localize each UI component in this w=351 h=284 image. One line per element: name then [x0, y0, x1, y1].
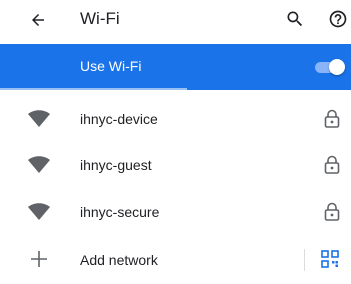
wifi-signal-icon — [28, 156, 50, 173]
toggle-thumb — [329, 59, 345, 75]
back-arrow-icon — [32, 14, 44, 26]
use-wifi-label: Use Wi-Fi — [80, 58, 142, 74]
page-title: Wi-Fi — [80, 9, 120, 28]
help-icon — [329, 10, 347, 28]
add-network-row[interactable]: Add network — [0, 238, 351, 284]
network-ssid: ihnyc-secure — [80, 204, 160, 220]
app-bar: Wi-Fi — [0, 0, 351, 40]
network-row[interactable]: ihnyc-device — [0, 97, 351, 143]
wifi-signal-icon — [28, 203, 50, 220]
search-icon — [287, 11, 303, 27]
lock-icon — [324, 202, 340, 221]
network-row[interactable]: ihnyc-guest — [0, 143, 351, 189]
lock-icon — [324, 109, 340, 128]
use-wifi-toggle[interactable] — [315, 59, 345, 75]
add-network-label: Add network — [80, 252, 158, 268]
use-wifi-bar[interactable]: Use Wi-Fi — [0, 44, 351, 91]
network-ssid: ihnyc-guest — [80, 157, 152, 173]
wifi-signal-icon — [28, 110, 50, 127]
plus-icon — [31, 251, 47, 267]
vertical-divider — [304, 249, 305, 271]
scan-progress-indicator — [0, 88, 187, 91]
search-button[interactable] — [283, 7, 307, 31]
network-row[interactable]: ihnyc-secure — [0, 190, 351, 236]
qr-code-scanner-icon[interactable] — [320, 249, 340, 269]
lock-icon — [324, 155, 340, 174]
help-button[interactable] — [326, 7, 350, 31]
network-ssid: ihnyc-device — [80, 111, 158, 127]
back-button[interactable] — [26, 8, 50, 32]
